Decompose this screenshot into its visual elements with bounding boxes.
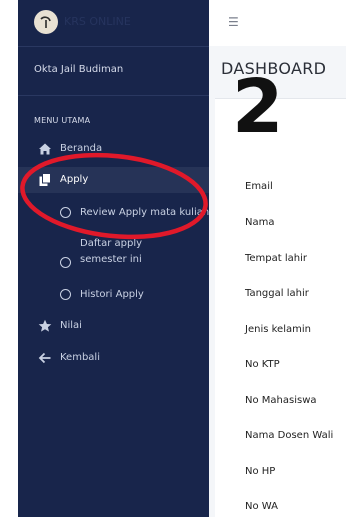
- annotation-ellipse: [20, 152, 208, 240]
